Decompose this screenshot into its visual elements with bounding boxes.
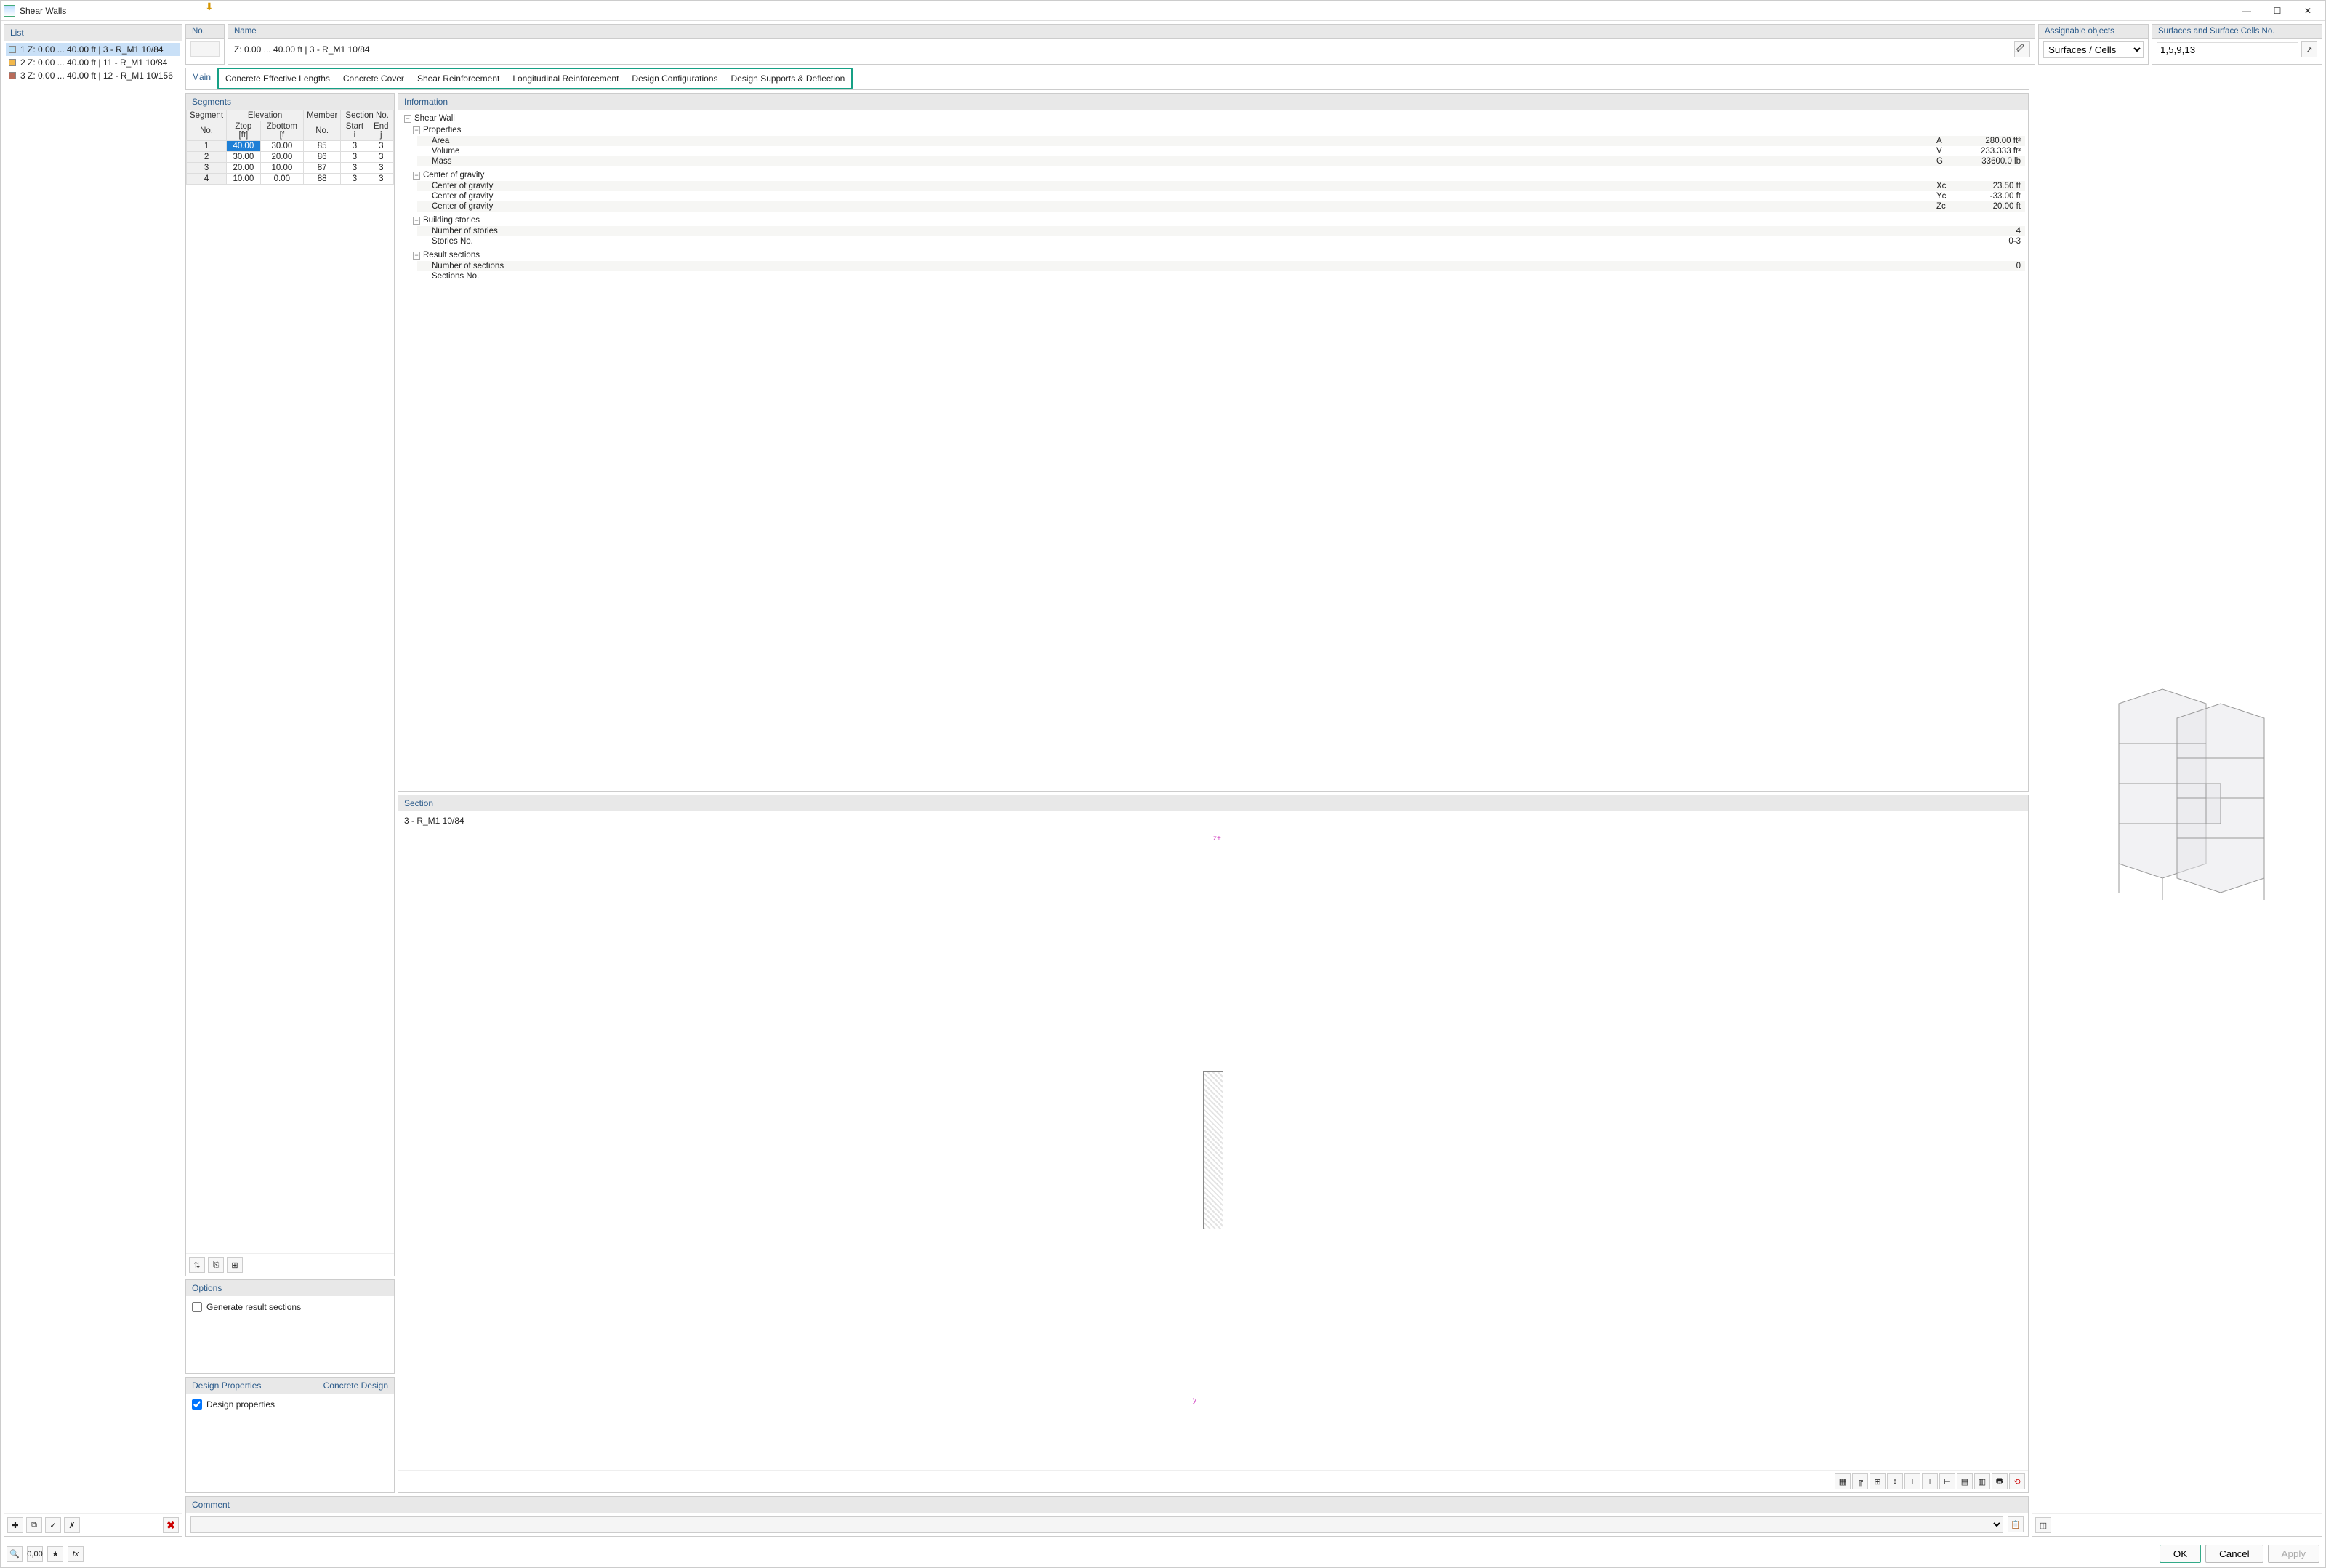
info-row: Center of gravityXc23.50 ft [417,181,2025,191]
sect-tool-print[interactable]: 🖶 [1992,1473,2008,1489]
z-axis-label: z+ [1213,835,1221,843]
info-row: AreaA280.00 ft² [417,136,2025,146]
info-row: Center of gravityZc20.00 ft [417,201,2025,212]
info-row: Stories No.0-3 [417,236,2025,246]
list-item[interactable]: 2 Z: 0.00 ... 40.00 ft | 11 - R_M1 10/84 [6,56,180,69]
tab-main[interactable]: Main [185,68,217,89]
info-row: VolumeV233.333 ft³ [417,146,2025,156]
title-bar: Shear Walls — ☐ ✕ [1,1,2325,21]
seg-tool-3[interactable]: ⊞ [227,1257,243,1273]
info-row: Center of gravityYc-33.00 ft [417,191,2025,201]
options-header: Options [186,1280,394,1296]
info-row: Sections No. [417,271,2025,281]
comment-input[interactable] [190,1516,2003,1533]
pick-surfaces-button[interactable]: ↗ [2301,41,2317,57]
uncheck-all-button[interactable]: ✗ [64,1517,80,1533]
close-button[interactable]: ✕ [2293,2,2322,20]
section-header: Section [398,795,2028,811]
section-name: 3 - R_M1 10/84 [398,811,2028,830]
model-button[interactable]: ★ [47,1546,63,1562]
list-item[interactable]: 3 Z: 0.00 ... 40.00 ft | 12 - R_M1 10/15… [6,69,180,82]
cursor-arrow-icon: ⬇ [205,1,214,13]
assignable-header: Assignable objects [2039,25,2148,39]
comment-header: Comment [186,1497,2028,1513]
seg-tool-2[interactable]: ⎘ [208,1257,224,1273]
maximize-button[interactable]: ☐ [2263,2,2292,20]
color-swatch [9,59,16,66]
sect-tool-reset[interactable]: ⟲ [2009,1473,2025,1489]
concrete-design-label: Concrete Design [323,1380,388,1391]
color-swatch [9,46,16,53]
copy-item-button[interactable]: ⧉ [26,1517,42,1533]
surfaces-input[interactable] [2157,42,2298,57]
tab-concrete-cover[interactable]: Concrete Cover [337,69,411,88]
precision-button[interactable]: 0,00 [27,1546,43,1562]
view3d-tool-iso[interactable]: ◫ [2035,1517,2051,1533]
tab-bar: Main Concrete Effective LengthsConcrete … [185,68,2029,90]
sect-tool-fit[interactable]: ╔ [1852,1473,1868,1489]
delete-button[interactable]: ✖ [163,1517,179,1533]
no-input[interactable] [190,41,220,57]
list-header: List [4,25,182,41]
segments-header: Segments [186,94,394,110]
tab-shear-reinforcement[interactable]: Shear Reinforcement [411,69,506,88]
information-header: Information [398,94,2028,110]
design-properties-checkbox[interactable]: Design properties [192,1399,388,1410]
color-swatch [9,72,16,79]
sect-tool-grid[interactable]: ⊞ [1870,1473,1886,1489]
tab-concrete-effective-lengths[interactable]: Concrete Effective Lengths [219,69,337,88]
sect-tool-view[interactable]: ▦ [1835,1473,1851,1489]
sect-tool-hatch[interactable]: ▤ [1957,1473,1973,1489]
generate-result-sections-checkbox[interactable]: Generate result sections [192,1302,388,1312]
list-item-label: 3 Z: 0.00 ... 40.00 ft | 12 - R_M1 10/15… [20,71,173,81]
name-edit-button[interactable]: 🖉 [2014,41,2030,57]
window-title: Shear Walls [20,6,2232,16]
apply-button[interactable]: Apply [2268,1545,2319,1563]
list-item[interactable]: 1 Z: 0.00 ... 40.00 ft | 3 - R_M1 10/84 [6,43,180,56]
model-3d-preview[interactable] [2032,68,2322,1513]
name-header: Name [228,25,2035,39]
name-value: Z: 0.00 ... 40.00 ft | 3 - R_M1 10/84 [233,44,370,55]
design-properties-label: Design properties [206,1399,275,1410]
tab-design-configurations[interactable]: Design Configurations [625,69,724,88]
surfaces-header: Surfaces and Surface Cells No. [2152,25,2322,39]
cancel-button[interactable]: Cancel [2205,1545,2263,1563]
assignable-select[interactable]: Surfaces / Cells [2043,41,2144,58]
generate-label: Generate result sections [206,1302,301,1312]
sect-tool-dim2[interactable]: ⊤ [1922,1473,1938,1489]
table-row[interactable]: 140.0030.008533 [187,141,394,152]
minimize-button[interactable]: — [2232,2,2261,20]
list-item-label: 2 Z: 0.00 ... 40.00 ft | 11 - R_M1 10/84 [20,57,167,68]
no-header: No. [186,25,224,39]
comment-pick-button[interactable]: 📋 [2008,1516,2024,1532]
table-row[interactable]: 230.0020.008633 [187,152,394,163]
ok-button[interactable]: OK [2160,1545,2201,1563]
tab-design-supports-deflection[interactable]: Design Supports & Deflection [725,69,852,88]
sect-tool-axes[interactable]: ↕ [1887,1473,1903,1489]
sect-tool-dim3[interactable]: ⊢ [1939,1473,1955,1489]
sect-tool-table[interactable]: ▥ [1974,1473,1990,1489]
units-button[interactable]: 🔍 [7,1546,23,1562]
y-axis-label: y [1193,1396,1196,1404]
tab-longitudinal-reinforcement[interactable]: Longitudinal Reinforcement [506,69,625,88]
list-item-label: 1 Z: 0.00 ... 40.00 ft | 3 - R_M1 10/84 [20,44,164,55]
info-row: MassG33600.0 lb [417,156,2025,166]
check-all-button[interactable]: ✓ [45,1517,61,1533]
seg-tool-1[interactable]: ⇅ [189,1257,205,1273]
app-icon [4,5,15,17]
table-row[interactable]: 320.0010.008733 [187,163,394,174]
info-row: Number of stories4 [417,226,2025,236]
fx-button[interactable]: fx [68,1546,84,1562]
table-row[interactable]: 410.000.008833 [187,174,394,185]
info-row: Number of sections0 [417,261,2025,271]
design-props-header: Design Properties [192,1380,261,1391]
sect-tool-dim1[interactable]: ⊥ [1904,1473,1920,1489]
new-item-button[interactable]: ✚ [7,1517,23,1533]
section-preview [1203,1071,1223,1229]
segments-table[interactable]: SegmentElevationMemberSection No.No.Ztop… [186,110,394,1253]
